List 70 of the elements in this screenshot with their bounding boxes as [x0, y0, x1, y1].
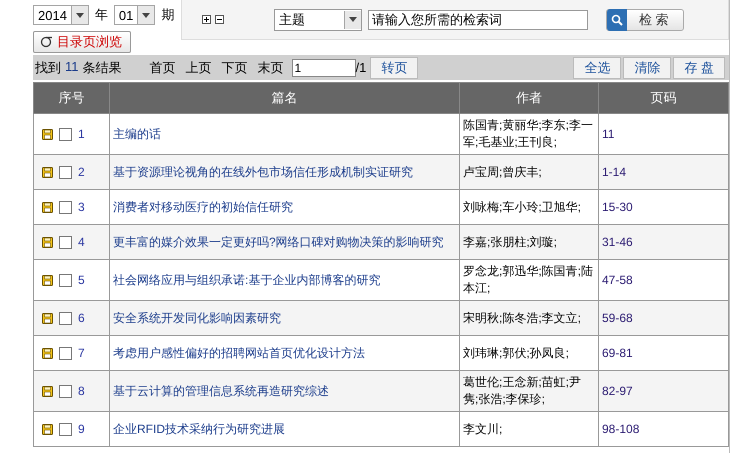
issue-label: 期 [161, 6, 174, 24]
authors-text: 葛世伦;王念新;苗虹;尹隽;张浩;李保珍; [463, 375, 582, 406]
page-range: 69-81 [602, 346, 633, 360]
issue-select[interactable]: 01 [114, 5, 156, 25]
pager-link[interactable]: 首页 [150, 58, 176, 76]
article-title-link[interactable]: 安全系统开发同化影响因素研究 [113, 310, 281, 324]
row-checkbox[interactable] [59, 200, 72, 214]
plus-icon[interactable] [202, 15, 211, 24]
row-checkbox[interactable] [59, 312, 72, 324]
caret-icon [76, 12, 84, 18]
page-range: 11 [602, 126, 614, 140]
page-range: 82-97 [602, 384, 633, 398]
row-checkbox[interactable] [59, 346, 72, 360]
browse-button[interactable]: 目录页浏览 [33, 31, 131, 53]
action-button[interactable]: 清除 [623, 56, 672, 78]
article-title-link[interactable]: 企业RFID技术采纳行为研究进展 [113, 422, 285, 436]
page-range: 31-46 [602, 234, 633, 248]
results-label: 条结果 [82, 58, 122, 76]
row-checkbox[interactable] [59, 384, 72, 398]
column-header: 序号 [34, 82, 110, 114]
page-total: /1 [356, 60, 366, 75]
row-checkbox[interactable] [59, 166, 72, 178]
row-number: 7 [78, 344, 85, 362]
row-checkbox[interactable] [59, 422, 72, 436]
row-number: 4 [78, 234, 85, 250]
authors-text: 罗念龙;郭迅华;陈国青;陆本江; [463, 264, 594, 295]
search-field[interactable]: 请输入您所需的检索词 [368, 10, 588, 30]
action-button[interactable]: 存 盘 [673, 56, 725, 78]
authors-text: 刘玮琳;郭伏;孙凤良; [463, 346, 570, 360]
row-checkbox[interactable] [59, 236, 72, 248]
row-number: 2 [78, 164, 85, 180]
row-checkbox[interactable] [59, 274, 72, 286]
field-select[interactable]: 主题 [274, 8, 362, 30]
page-range: 47-58 [602, 272, 633, 286]
column-header: 篇名 [110, 82, 460, 114]
authors-text: 李嘉;张朋柱;刘璇; [463, 234, 558, 248]
pager-link[interactable]: 末页 [258, 58, 284, 76]
search-icon [611, 14, 623, 26]
row-number: 6 [78, 310, 85, 326]
row-number: 3 [78, 198, 85, 216]
pager-link[interactable]: 上页 [186, 58, 212, 76]
page-range: 1-14 [602, 164, 626, 178]
authors-text: 卢宝周;曾庆丰; [463, 164, 542, 178]
page-range: 98-108 [602, 422, 640, 436]
caret-icon [142, 12, 150, 18]
year-select[interactable]: 2014 [33, 5, 89, 25]
page-field[interactable]: 1 [292, 58, 356, 76]
page-range: 15-30 [602, 200, 633, 214]
action-button[interactable]: 全选 [573, 56, 622, 78]
authors-text: 陈国青;黄丽华;李东;李一军;毛基业;王刊良; [463, 118, 594, 149]
caret-icon [349, 17, 357, 22]
authors-text: 宋明秋;陈冬浩;李文立; [463, 310, 582, 324]
row-number: 5 [78, 272, 85, 288]
go-page-button[interactable]: 转页 [370, 56, 418, 78]
row-number: 9 [78, 420, 85, 438]
minus-icon[interactable] [215, 15, 224, 24]
article-title-link[interactable]: 主编的话 [113, 126, 161, 140]
column-header: 作者 [460, 82, 598, 114]
authors-text: 李文川; [463, 422, 502, 436]
authors-text: 刘咏梅;车小玲;卫旭华; [463, 200, 582, 214]
results-label: 找到 [35, 58, 61, 76]
results-count: 11 [65, 58, 78, 76]
year-label: 年 [94, 6, 108, 24]
search-button[interactable]: 检 索 [606, 8, 684, 30]
column-header: 页码 [598, 82, 728, 114]
row-number: 1 [78, 126, 85, 142]
page-range: 59-68 [602, 310, 633, 324]
pager-link[interactable]: 下页 [222, 58, 248, 76]
row-checkbox[interactable] [59, 128, 72, 140]
row-number: 8 [78, 382, 85, 400]
